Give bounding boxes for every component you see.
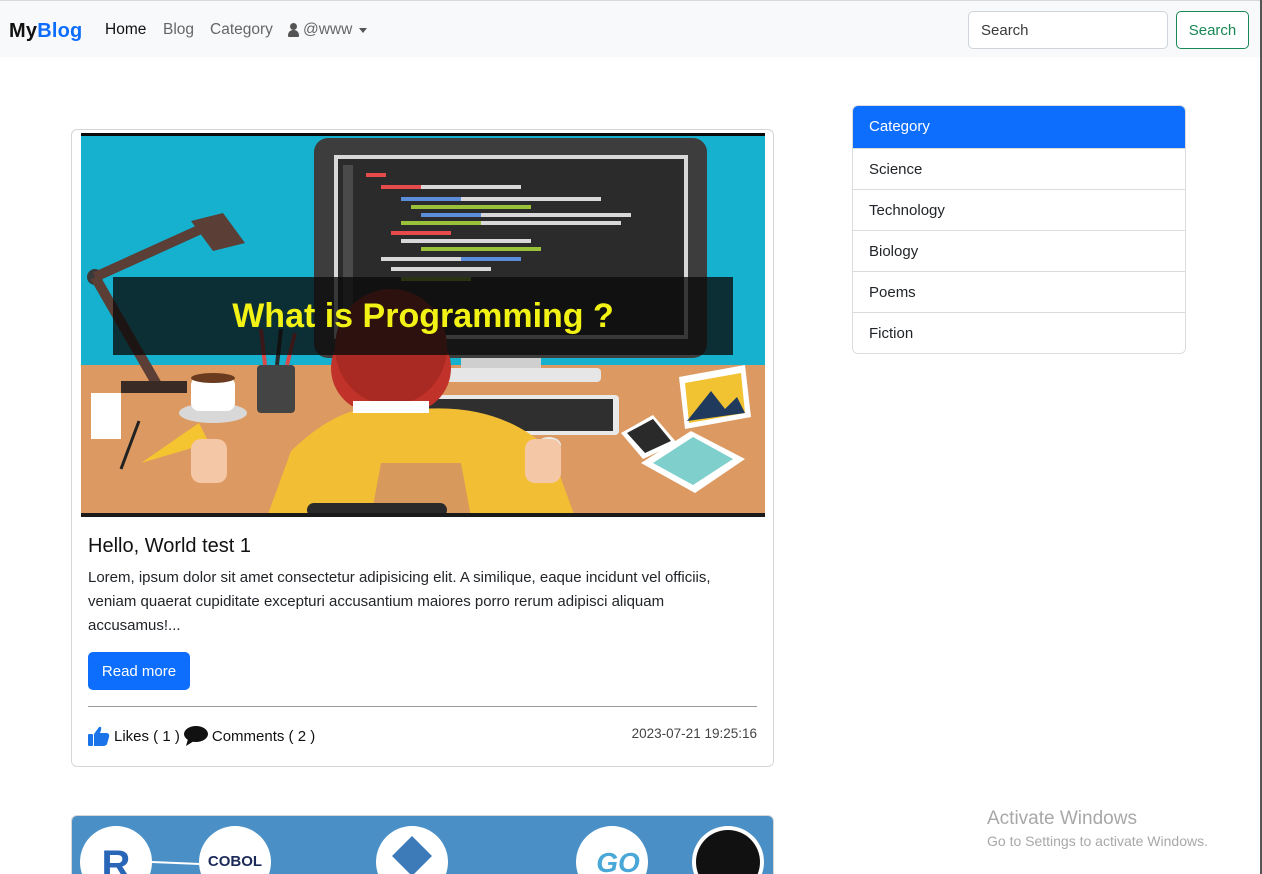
thumbs-up-icon[interactable] (88, 726, 110, 746)
category-list: Category Science Technology Biology Poem… (852, 105, 1186, 354)
brand-prefix: My (9, 20, 38, 42)
post-2-image: R COBOL GO (80, 826, 764, 874)
comments-count[interactable]: Comments ( 2 ) (212, 728, 315, 745)
post-card: What is Programming ? Hello, World test … (71, 129, 774, 767)
category-item-fiction[interactable]: Fiction (853, 312, 1185, 353)
post-illustration: What is Programming ? (81, 133, 765, 517)
read-more-button[interactable]: Read more (88, 652, 190, 690)
category-item-poems[interactable]: Poems (853, 271, 1185, 312)
user-dropdown-label: @www (303, 21, 353, 38)
activate-windows-subtitle: Go to Settings to activate Windows. (987, 833, 1208, 849)
post-excerpt: Lorem, ipsum dolor sit amet consectetur … (88, 569, 711, 634)
image-banner-text: What is Programming ? (232, 297, 614, 335)
category-item-science[interactable]: Science (853, 148, 1185, 189)
nav-blog-link[interactable]: Blog (163, 21, 194, 39)
nav-home-link[interactable]: Home (105, 21, 146, 39)
brand-logo[interactable]: MyBlog (9, 20, 82, 43)
post-footer: Likes ( 1 ) Comments ( 2 ) (88, 726, 315, 746)
post-timestamp: 2023-07-21 19:25:16 (631, 726, 757, 741)
caret-down-icon (359, 27, 368, 33)
r-logo-text: R (102, 843, 131, 874)
go-logo-text: GO (596, 847, 640, 874)
nav-category-link[interactable]: Category (210, 21, 273, 39)
search-button[interactable]: Search (1176, 11, 1249, 49)
post-title: Hello, World test 1 (88, 535, 252, 557)
search-input[interactable] (968, 11, 1168, 49)
post-image: What is Programming ? (81, 133, 765, 517)
card-divider (88, 706, 757, 707)
likes-count[interactable]: Likes ( 1 ) (114, 728, 180, 745)
activate-windows-title: Activate Windows (987, 808, 1137, 829)
navbar: MyBlog Home Blog Category @www Search (0, 0, 1262, 57)
post-card-2: R COBOL GO (71, 815, 774, 874)
category-item-technology[interactable]: Technology (853, 189, 1185, 230)
user-dropdown[interactable]: @www (288, 21, 368, 39)
category-item-biology[interactable]: Biology (853, 230, 1185, 271)
brand-suffix: Blog (37, 20, 83, 42)
category-header[interactable]: Category (853, 106, 1185, 148)
cobol-logo-text: COBOL (208, 853, 262, 870)
user-icon (288, 23, 299, 37)
comment-icon[interactable] (183, 726, 208, 746)
